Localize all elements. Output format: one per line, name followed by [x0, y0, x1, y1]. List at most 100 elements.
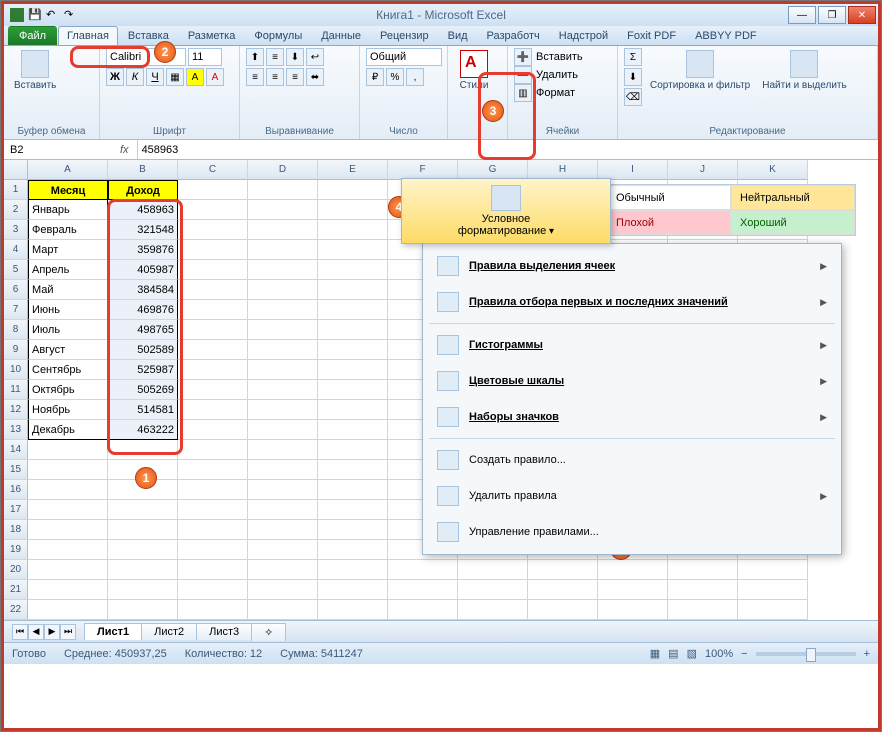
cell[interactable] — [388, 560, 458, 580]
col-header[interactable]: D — [248, 160, 318, 180]
font-size-input[interactable] — [188, 48, 222, 66]
row-header[interactable]: 20 — [4, 560, 28, 580]
merge-button[interactable]: ⬌ — [306, 68, 324, 86]
insert-cells[interactable]: Вставить — [536, 51, 583, 63]
cell[interactable] — [178, 460, 248, 480]
tab-data[interactable]: Данные — [312, 26, 370, 45]
tab-review[interactable]: Рецензир — [371, 26, 438, 45]
save-icon[interactable]: 💾 — [28, 8, 42, 22]
col-header[interactable]: H — [528, 160, 598, 180]
cell[interactable] — [318, 260, 388, 280]
cell[interactable]: Месяц — [28, 180, 108, 200]
cell-styles-gallery[interactable]: Обычный Нейтральный Плохой Хороший — [606, 184, 856, 236]
cell[interactable] — [248, 340, 318, 360]
col-header[interactable]: B — [108, 160, 178, 180]
cell[interactable]: Ноябрь — [28, 400, 108, 420]
cell[interactable]: 505269 — [108, 380, 178, 400]
row-header[interactable]: 10 — [4, 360, 28, 380]
sort-filter-button[interactable]: Сортировка и фильтр — [646, 48, 754, 93]
cell[interactable] — [458, 560, 528, 580]
cell[interactable]: 458963 — [108, 200, 178, 220]
sheet-tab-3[interactable]: Лист3 — [196, 623, 252, 640]
cell[interactable] — [388, 580, 458, 600]
cell[interactable] — [248, 400, 318, 420]
cell[interactable] — [28, 600, 108, 620]
wrap-text[interactable]: ↩ — [306, 48, 324, 66]
col-header[interactable]: J — [668, 160, 738, 180]
row-header[interactable]: 5 — [4, 260, 28, 280]
cell[interactable] — [528, 560, 598, 580]
row-header[interactable]: 14 — [4, 440, 28, 460]
cell[interactable] — [248, 220, 318, 240]
number-format[interactable] — [366, 48, 442, 66]
zoom-out[interactable]: − — [741, 648, 747, 660]
cell[interactable] — [738, 560, 808, 580]
align-left[interactable]: ≡ — [246, 68, 264, 86]
cell[interactable] — [108, 560, 178, 580]
fx-label[interactable]: fx — [112, 144, 137, 156]
cell[interactable] — [28, 480, 108, 500]
cell[interactable]: Октябрь — [28, 380, 108, 400]
tab-view[interactable]: Вид — [439, 26, 477, 45]
cell[interactable] — [248, 240, 318, 260]
cell[interactable]: Февраль — [28, 220, 108, 240]
cell[interactable] — [178, 420, 248, 440]
zoom-value[interactable]: 100% — [705, 648, 733, 660]
tab-developer[interactable]: Разработч — [478, 26, 549, 45]
sheet-nav-next[interactable]: ▶ — [44, 624, 60, 640]
col-header[interactable]: C — [178, 160, 248, 180]
cell[interactable] — [248, 440, 318, 460]
zoom-in[interactable]: + — [864, 648, 870, 660]
cell[interactable] — [28, 540, 108, 560]
tab-foxit[interactable]: Foxit PDF — [618, 26, 685, 45]
view-layout-icon[interactable]: ▤ — [668, 647, 678, 660]
cell[interactable] — [108, 540, 178, 560]
cell[interactable]: Апрель — [28, 260, 108, 280]
row-header[interactable]: 13 — [4, 420, 28, 440]
formula-input[interactable]: 458963 — [137, 140, 878, 159]
cell[interactable] — [178, 200, 248, 220]
row-header[interactable]: 16 — [4, 480, 28, 500]
align-bot[interactable]: ⬇ — [286, 48, 304, 66]
sheet-tab-1[interactable]: Лист1 — [84, 623, 142, 640]
cell[interactable] — [178, 520, 248, 540]
align-center[interactable]: ≡ — [266, 68, 284, 86]
cell[interactable] — [318, 200, 388, 220]
row-header[interactable]: 7 — [4, 300, 28, 320]
cell[interactable] — [28, 440, 108, 460]
sheet-tab-2[interactable]: Лист2 — [141, 623, 197, 640]
style-normal[interactable]: Обычный — [607, 185, 731, 210]
row-header[interactable]: 1 — [4, 180, 28, 200]
cell[interactable] — [178, 380, 248, 400]
cell[interactable] — [318, 280, 388, 300]
cell[interactable] — [28, 580, 108, 600]
maximize-button[interactable]: ❐ — [818, 6, 846, 24]
cell[interactable] — [318, 180, 388, 200]
cell[interactable]: 321548 — [108, 220, 178, 240]
cell[interactable] — [388, 600, 458, 620]
cell[interactable] — [248, 380, 318, 400]
row-header[interactable]: 4 — [4, 240, 28, 260]
row-header[interactable]: 19 — [4, 540, 28, 560]
cell[interactable] — [458, 600, 528, 620]
row-header[interactable]: 6 — [4, 280, 28, 300]
cell[interactable] — [318, 500, 388, 520]
cell[interactable]: Июль — [28, 320, 108, 340]
cf-manage-rules[interactable]: Управление правилами... — [423, 514, 841, 550]
cell[interactable]: Март — [28, 240, 108, 260]
cell[interactable] — [248, 560, 318, 580]
tab-home[interactable]: Главная — [58, 26, 118, 45]
cell[interactable] — [248, 180, 318, 200]
cell[interactable] — [318, 420, 388, 440]
cf-highlight-rules[interactable]: Правила выделения ячеек▶ — [423, 248, 841, 284]
cell[interactable]: Декабрь — [28, 420, 108, 440]
bold-button[interactable]: Ж — [106, 68, 124, 86]
row-header[interactable]: 22 — [4, 600, 28, 620]
autosum-button[interactable]: Σ — [624, 48, 642, 66]
cell[interactable] — [178, 240, 248, 260]
cell[interactable] — [178, 320, 248, 340]
cell[interactable]: Май — [28, 280, 108, 300]
cell[interactable] — [318, 600, 388, 620]
cell[interactable] — [248, 280, 318, 300]
style-neutral[interactable]: Нейтральный — [731, 185, 855, 210]
